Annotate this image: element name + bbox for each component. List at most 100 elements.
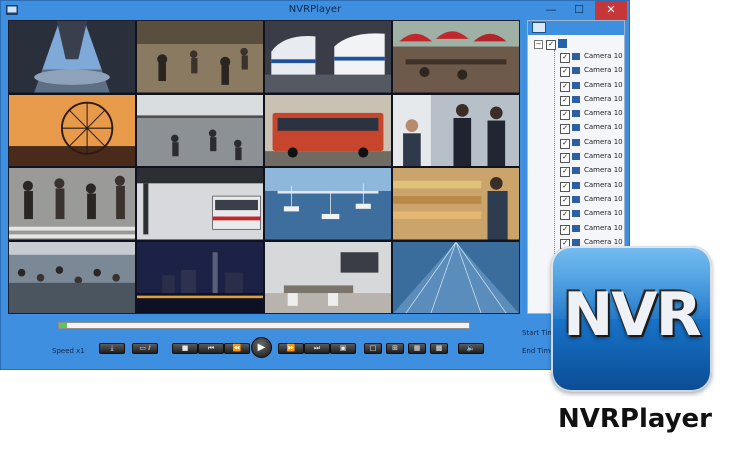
camera-label: Camera 10 [584,223,623,232]
video-feed-5[interactable] [9,94,135,166]
eiffel-tower-scene [9,21,135,93]
camera-checkbox[interactable]: ✓ [560,195,570,206]
camera-label: Camera 10 [584,194,623,203]
camera-checkbox[interactable]: ✓ [560,224,570,235]
video-feed-13[interactable] [9,241,135,313]
camera-icon [572,238,580,246]
camera-label: Camera 10 [584,109,623,118]
glass-atrium-scene [393,241,519,313]
camera-checkbox[interactable]: ✓ [560,67,570,78]
play-button[interactable]: ▶ [251,337,272,358]
root-checkbox[interactable]: ✓ [546,40,556,50]
camera-checkbox[interactable]: ✓ [560,181,570,192]
video-feed-11[interactable] [265,168,391,240]
timeline-slider[interactable] [58,322,470,329]
camera-checkbox[interactable]: ✓ [560,81,570,92]
download-button[interactable]: ⤓ [99,343,125,354]
camera-tree-item[interactable]: ✓ Camera 10 [528,150,624,164]
camera-tree-item[interactable]: ✓ Camera 10 [528,193,624,207]
layout-9-button[interactable]: ▦ [408,343,426,354]
camera-icon [572,167,580,175]
camera-tree-item[interactable]: ✓ Camera 10 [528,164,624,178]
camera-checkbox[interactable]: ✓ [560,124,570,135]
layout-4-button[interactable]: ⊞ [386,343,404,354]
video-feed-8[interactable] [393,94,519,166]
camera-label: Camera 10 [584,66,623,75]
nvr-logo: NVR [551,246,712,392]
camera-label: Camera 10 [584,52,623,60]
video-feed-9[interactable] [9,168,135,240]
camera-tree-item[interactable]: ✓ Camera 10 [528,93,624,107]
previous-button[interactable]: ⏮ [198,343,224,354]
outdoor-cafe-scene [393,21,519,93]
camera-label: Camera 10 [584,80,623,89]
camera-label: Camera 10 [584,94,623,103]
camera-tree-item[interactable]: ✓ Camera 10 [528,121,624,135]
snapshot-button[interactable]: ▭ ⅈ [132,343,158,354]
camera-tree-item[interactable]: ✓ Camera 10 [528,64,624,78]
video-feed-4[interactable] [393,21,519,93]
video-feed-6[interactable] [137,94,263,166]
camera-icon [572,110,580,118]
maximize-button[interactable]: ☐ [565,1,593,20]
city-night-scene [137,241,263,313]
slow-button[interactable]: ⏪ [224,343,250,354]
video-feed-16[interactable] [393,241,519,313]
camera-tree-item[interactable]: ✓ Camera 10 [528,222,624,236]
camera-tree-item[interactable]: ✓ Camera 10 [528,50,624,64]
camera-checkbox[interactable]: ✓ [560,53,570,63]
camera-checkbox[interactable]: ✓ [560,167,570,178]
camera-icon [572,95,580,103]
camera-icon [572,224,580,232]
title-bar[interactable]: NVRPlayer — ☐ ✕ [1,1,629,21]
video-feed-10[interactable] [137,168,263,240]
video-feed-3[interactable] [265,21,391,93]
close-button[interactable]: ✕ [595,1,627,20]
fast-forward-button[interactable]: ⏩ [278,343,304,354]
camera-checkbox[interactable]: ✓ [560,210,570,221]
station-concourse-scene [137,94,263,166]
camera-tree-item[interactable]: ✓ Camera 10 [528,136,624,150]
camera-checkbox[interactable]: ✓ [560,110,570,121]
video-feed-14[interactable] [137,241,263,313]
video-feed-1[interactable] [9,21,135,93]
camera-label: Camera 10 [584,166,623,175]
frame-step-button[interactable]: ▣ [330,343,356,354]
camera-tree-item[interactable]: ✓ Camera 10 [528,107,624,121]
office-room-scene [265,241,391,313]
camera-checkbox[interactable]: ✓ [560,138,570,149]
camera-tree-item[interactable]: ✓ Camera 10 [528,207,624,221]
video-feed-7[interactable] [265,94,391,166]
camera-tree-item[interactable]: ✓ Camera 10 [528,79,624,93]
stop-button[interactable]: ■ [172,343,198,354]
camera-label: Camera 10 [584,123,623,132]
bullet-trains-scene [265,21,391,93]
camera-icon [572,53,580,60]
playback-controls: Speed x1 ⤓ ▭ ⅈ ■ ⏮ ⏪ ▶ ⏩ ⏭ ▣ □ ⊞ ▦ ▩ 🔈 S… [8,317,625,367]
layout-16-button[interactable]: ▩ [430,343,448,354]
camera-icon [572,181,580,189]
video-feed-12[interactable] [393,168,519,240]
ferris-wheel-sunset-scene [9,94,135,166]
camera-checkbox[interactable]: ✓ [560,153,570,164]
volume-button[interactable]: 🔈 [458,343,484,354]
minimize-button[interactable]: — [537,1,565,20]
camera-label: Camera 10 [584,137,623,146]
camera-icon [572,67,580,75]
video-feed-15[interactable] [265,241,391,313]
shop-people-scene [393,94,519,166]
video-feed-2[interactable] [137,21,263,93]
camera-tree-item[interactable]: ✓ Camera 10 [528,179,624,193]
camera-icon [572,153,580,161]
panel-toggle-button[interactable] [532,22,546,33]
next-button[interactable]: ⏭ [304,343,330,354]
layout-1-button[interactable]: □ [364,343,382,354]
speed-label: Speed x1 [52,347,85,355]
camera-icon [572,138,580,146]
bus-station-scene [137,168,263,240]
tree-expander[interactable]: − [534,40,543,49]
camera-checkbox[interactable]: ✓ [560,95,570,106]
market-crowd-scene [9,241,135,313]
camera-label: Camera 10 [584,237,623,246]
camera-icon [572,195,580,203]
